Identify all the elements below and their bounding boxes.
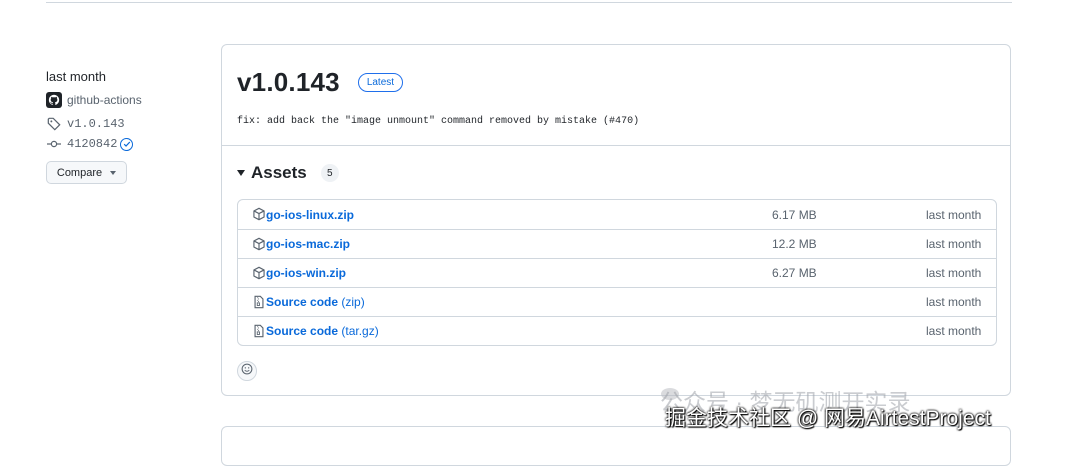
git-commit-icon <box>46 136 62 152</box>
smiley-icon <box>241 362 253 380</box>
package-icon <box>252 266 266 280</box>
release-sidebar: last month github-actions v1.0.143 41208… <box>46 66 206 184</box>
add-reaction-button[interactable] <box>237 361 257 381</box>
avatar <box>46 92 62 108</box>
top-divider <box>46 0 1012 3</box>
github-logo-icon <box>46 92 62 108</box>
verified-icon[interactable] <box>120 137 134 151</box>
file-zip-icon <box>252 324 266 338</box>
package-icon <box>252 237 266 251</box>
latest-badge: Latest <box>357 73 404 92</box>
release-title[interactable]: v1.0.143 <box>237 67 340 98</box>
asset-row[interactable]: go-ios-win.zip 6.27 MB last month <box>238 258 996 287</box>
asset-link[interactable]: go-ios-mac.zip <box>266 237 350 251</box>
asset-date: last month <box>926 266 982 280</box>
asset-size: 12.2 MB <box>772 237 817 251</box>
release-card: v1.0.143 Latest fix: add back the "image… <box>221 44 1011 396</box>
tag-name: v1.0.143 <box>67 117 125 131</box>
assets-title: Assets <box>251 163 307 182</box>
file-zip-icon <box>252 295 266 309</box>
asset-link[interactable]: go-ios-linux.zip <box>266 208 354 222</box>
asset-link[interactable]: go-ios-win.zip <box>266 266 346 280</box>
release-time: last month <box>46 69 106 84</box>
compare-label: Compare <box>56 166 103 179</box>
asset-row[interactable]: go-ios-mac.zip 12.2 MB last month <box>238 229 996 258</box>
asset-row[interactable]: Source code (zip) last month <box>238 287 996 316</box>
release-header: v1.0.143 Latest <box>237 67 404 98</box>
compare-button[interactable]: Compare <box>46 161 127 184</box>
assets-toggle[interactable]: Assets 5 <box>237 163 339 183</box>
asset-link[interactable]: Source code (zip) <box>266 295 365 309</box>
author-name: github-actions <box>67 93 142 107</box>
asset-size: 6.17 MB <box>772 207 817 222</box>
triangle-down-icon <box>237 170 245 176</box>
asset-row[interactable]: go-ios-linux.zip 6.17 MB last month <box>238 200 996 229</box>
asset-row[interactable]: Source code (tar.gz) last month <box>238 316 996 345</box>
tag-icon <box>46 116 62 132</box>
card-divider <box>222 145 1010 146</box>
release-notes: fix: add back the "image unmount" comman… <box>237 116 640 127</box>
asset-date: last month <box>926 295 982 309</box>
assets-count-badge: 5 <box>320 164 339 182</box>
asset-date: last month <box>926 324 982 338</box>
asset-date: last month <box>926 207 982 222</box>
asset-date: last month <box>926 237 982 251</box>
chevron-down-icon <box>110 170 117 175</box>
commit-sha: 4120842 <box>67 137 118 151</box>
commit-row[interactable]: 4120842 <box>46 136 206 152</box>
watermark-juejin: 掘金技术社区 @ 网易AirtestProject <box>665 407 991 430</box>
assets-list: go-ios-linux.zip 6.17 MB last month go-i… <box>237 199 997 346</box>
asset-link[interactable]: Source code (tar.gz) <box>266 324 379 338</box>
package-icon <box>252 207 266 221</box>
author-row[interactable]: github-actions <box>46 92 206 108</box>
next-release-card <box>221 426 1011 466</box>
tag-row[interactable]: v1.0.143 <box>46 116 206 132</box>
asset-size: 6.27 MB <box>772 266 817 280</box>
